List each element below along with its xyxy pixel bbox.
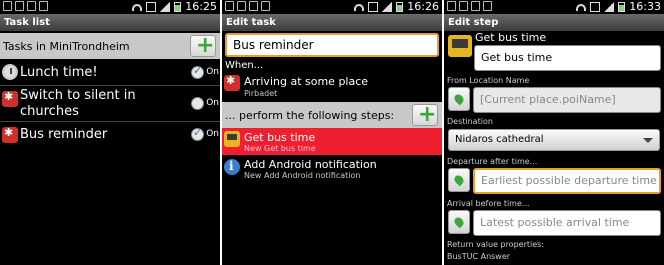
app-title: Edit step [444, 14, 664, 31]
notification-icon [3, 1, 12, 11]
task-row-silent[interactable]: Switch to silent in churches On [0, 86, 220, 122]
step-type-label: Get bus time [475, 31, 547, 44]
departure-time-input[interactable]: Earliest possible departure time [473, 168, 661, 194]
wifi-icon [132, 4, 143, 11]
task-name-input[interactable]: Bus reminder [225, 33, 439, 57]
info-icon [224, 159, 240, 175]
battery-icon [618, 1, 626, 12]
clock-time: 16:26 [407, 0, 439, 13]
download-icon [261, 1, 270, 11]
usb-icon [471, 1, 480, 11]
status-bar: 16:26 [222, 0, 442, 14]
download-icon [483, 1, 492, 11]
download-icon [39, 1, 48, 11]
departure-label: Departure after time... [447, 157, 538, 166]
return-value: BusTUC Answer [447, 252, 511, 261]
checkbox-label: On [206, 129, 219, 139]
sync-icon [368, 1, 379, 12]
section-label: ... perform the following steps: [225, 109, 395, 122]
clock-icon [2, 64, 18, 80]
task-label: Bus reminder [20, 127, 108, 142]
from-label: From Location Name [447, 76, 530, 85]
app-title: Edit task [222, 14, 442, 31]
from-location-input[interactable]: [Current place.poiName] [473, 87, 661, 113]
edit-step-screen: 16:33 Edit step Get bus time Get bus tim… [444, 0, 664, 265]
dropdown-arrow-icon [643, 138, 653, 143]
task-label: Switch to silent in churches [20, 88, 136, 119]
task-list-screen: 16:25 Task list Tasks in MiniTrondheim +… [0, 0, 220, 265]
when-label: When... [225, 60, 264, 71]
checkbox-label: On [206, 67, 219, 77]
clock-time: 16:25 [185, 0, 217, 13]
destination-label: Destination [447, 117, 493, 126]
step-sub: New Add Android notification [244, 171, 361, 180]
task-enable-checkbox[interactable] [191, 97, 204, 110]
task-enable-checkbox[interactable] [191, 126, 204, 141]
signal-icon [160, 1, 171, 12]
steps-section-header: ... perform the following steps: + [222, 102, 442, 128]
status-bar: 16:25 [0, 0, 220, 14]
trigger-sub: Pirbadet [244, 89, 278, 98]
trigger-label: Arriving at some place [244, 75, 369, 88]
notification-icon [447, 1, 456, 11]
bus-icon [448, 35, 472, 57]
pick-arrival-button[interactable] [448, 210, 470, 234]
sync-icon [590, 1, 601, 12]
step-sub: New Get bus time [244, 144, 316, 153]
trigger-row[interactable]: Arriving at some place Pirbadet [222, 72, 442, 102]
return-label: Return value properties: [447, 240, 545, 249]
task-red-icon [224, 74, 240, 91]
wifi-icon [576, 4, 587, 11]
step-row-notification[interactable]: Add Android notification New Add Android… [222, 155, 442, 183]
destination-select[interactable]: Nidaros cathedral [448, 129, 660, 151]
clock-time: 16:33 [629, 0, 661, 13]
task-row-lunch[interactable]: Lunch time! On [0, 59, 220, 86]
usb-icon [249, 1, 258, 11]
step-row-get-bus-time[interactable]: Get bus time New Get bus time [222, 128, 442, 155]
tasks-section-header: Tasks in MiniTrondheim + [0, 33, 220, 59]
add-step-button[interactable]: + [412, 102, 438, 127]
plus-icon: + [418, 102, 437, 127]
notification-icon [237, 1, 246, 11]
app-title: Task list [0, 14, 220, 31]
notification-icon [15, 1, 24, 11]
arrival-time-input[interactable]: Latest possible arrival time [473, 210, 661, 236]
signal-icon [382, 1, 393, 12]
task-row-bus[interactable]: Bus reminder On [0, 122, 220, 148]
task-label: Lunch time! [20, 65, 98, 80]
checkbox-label: On [206, 98, 219, 108]
task-enable-checkbox[interactable] [191, 64, 204, 79]
plus-icon: + [196, 33, 215, 58]
section-label: Tasks in MiniTrondheim [3, 40, 130, 53]
notification-icon [459, 1, 468, 11]
pick-location-button[interactable] [448, 87, 470, 111]
add-task-button[interactable]: + [190, 33, 216, 58]
task-red-icon [2, 126, 18, 143]
arrival-label: Arrival before time... [447, 199, 530, 208]
battery-icon [396, 1, 404, 12]
status-bar: 16:33 [444, 0, 664, 14]
notification-icon [225, 1, 234, 11]
pick-departure-button[interactable] [448, 168, 470, 192]
usb-icon [27, 1, 36, 11]
signal-icon [604, 1, 615, 12]
task-red-icon [2, 90, 18, 107]
sync-icon [146, 1, 157, 12]
edit-task-screen: 16:26 Edit task Bus reminder When... Arr… [222, 0, 442, 265]
battery-icon [174, 1, 182, 12]
bus-icon [224, 131, 240, 147]
wifi-icon [354, 4, 365, 11]
step-name-input[interactable]: Get bus time [474, 45, 661, 71]
